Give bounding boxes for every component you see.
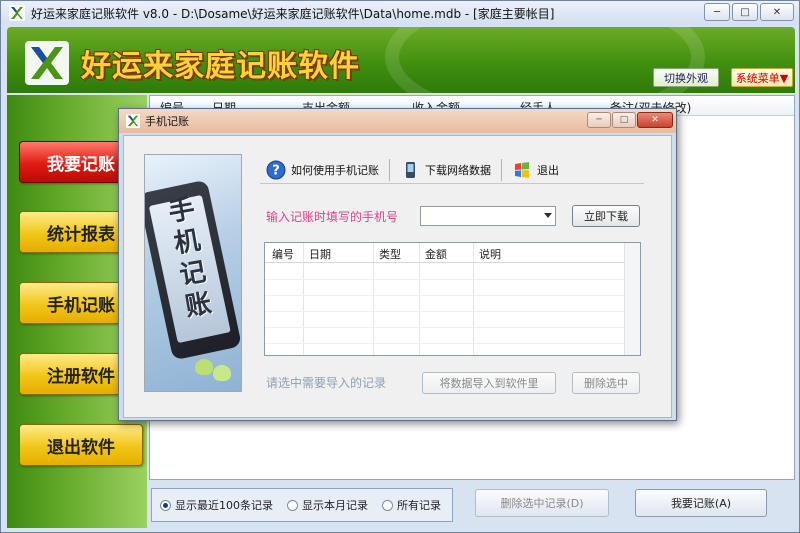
heart-decoration bbox=[195, 359, 213, 375]
grid-col-type[interactable]: 类型 bbox=[379, 246, 401, 262]
window-title: 好运来家庭记账软件 v8.0 - D:\Dosame\好运来家庭记账软件\Dat… bbox=[31, 6, 555, 21]
grid-column-line bbox=[473, 243, 474, 355]
title-bar[interactable]: 好运来家庭记账软件 v8.0 - D:\Dosame\好运来家庭记账软件\Dat… bbox=[1, 1, 799, 25]
grid-column-line bbox=[303, 243, 304, 355]
minimize-button[interactable]: ─ bbox=[704, 3, 730, 21]
minimize-icon: ─ bbox=[713, 6, 721, 18]
import-button[interactable]: 将数据导入到软件里 bbox=[422, 372, 556, 394]
close-icon: ✕ bbox=[772, 6, 782, 18]
app-logo-icon bbox=[9, 5, 25, 21]
toolbar-separator bbox=[501, 158, 502, 181]
switch-skin-button[interactable]: 切换外观 bbox=[653, 68, 719, 87]
grid-col-id[interactable]: 编号 bbox=[272, 246, 294, 262]
chevron-down-icon[interactable] bbox=[544, 213, 552, 218]
download-label: 下载网络数据 bbox=[425, 163, 491, 177]
toolbar-separator bbox=[389, 158, 390, 181]
help-icon: ? bbox=[266, 160, 286, 179]
radio-label: 显示本月记录 bbox=[302, 499, 368, 512]
add-record-button[interactable]: 我要记账(A) bbox=[635, 489, 767, 517]
dialog-title: 手机记账 bbox=[145, 115, 189, 128]
dialog-body: 手机记账 ? 如何使用手机记账 下载网络数据 退出 输入记账时填写的手机号 立即… bbox=[123, 135, 672, 418]
bottom-bar: 显示最近100条记录 显示本月记录 所有记录 删除选中记录(D) 我要记账(A) bbox=[149, 482, 795, 528]
dialog-close-button[interactable]: ✕ bbox=[637, 112, 673, 128]
import-hint: 请选中需要导入的记录 bbox=[266, 376, 387, 390]
grid-col-amount[interactable]: 金额 bbox=[425, 246, 447, 262]
close-icon: ✕ bbox=[651, 115, 659, 125]
dialog-maximize-button[interactable]: □ bbox=[612, 112, 636, 128]
maximize-button[interactable]: □ bbox=[732, 3, 758, 21]
grid-col-description[interactable]: 说明 bbox=[479, 246, 501, 262]
grid-row-line bbox=[265, 311, 640, 312]
download-now-button[interactable]: 立即下载 bbox=[572, 205, 640, 227]
phone-number-label: 输入记账时填写的手机号 bbox=[266, 210, 399, 224]
grid-header: 编号 日期 类型 金额 说明 bbox=[265, 243, 640, 263]
nav-exit-button[interactable]: 退出软件 bbox=[19, 424, 143, 466]
exit-label: 退出 bbox=[537, 163, 559, 177]
system-menu-button[interactable]: 系统菜单▼ bbox=[731, 68, 793, 87]
brand-logo-icon bbox=[25, 41, 69, 85]
help-toolbar-button[interactable]: ? 如何使用手机记账 bbox=[260, 157, 385, 183]
mobile-phone-illustration: 手机记账 bbox=[144, 154, 242, 392]
mobile-records-grid[interactable]: 编号 日期 类型 金额 说明 bbox=[264, 242, 641, 356]
grid-row-line bbox=[265, 327, 640, 328]
radio-dot bbox=[287, 499, 298, 511]
windows-flag-icon bbox=[515, 161, 529, 178]
radio-this-month[interactable]: 显示本月记录 bbox=[287, 497, 368, 513]
grid-row-line bbox=[265, 279, 640, 280]
maximize-icon: □ bbox=[740, 6, 750, 18]
delete-selected-records-button[interactable]: 删除选中记录(D) bbox=[475, 489, 609, 517]
radio-label: 所有记录 bbox=[397, 499, 441, 512]
mobile-phone-icon bbox=[406, 161, 415, 178]
record-filter-group: 显示最近100条记录 显示本月记录 所有记录 bbox=[151, 488, 453, 522]
help-label: 如何使用手机记账 bbox=[291, 163, 379, 177]
dialog-minimize-button[interactable]: ─ bbox=[587, 112, 611, 128]
brand-title: 好运来家庭记账软件 bbox=[81, 49, 360, 84]
grid-scrollbar[interactable] bbox=[624, 243, 640, 355]
minimize-icon: ─ bbox=[596, 115, 602, 125]
svg-text:?: ? bbox=[272, 163, 280, 178]
close-button[interactable]: ✕ bbox=[760, 3, 794, 21]
maximize-icon: □ bbox=[619, 115, 629, 125]
dialog-app-icon bbox=[126, 114, 140, 128]
radio-recent-100[interactable]: 显示最近100条记录 bbox=[160, 497, 273, 513]
grid-col-date[interactable]: 日期 bbox=[309, 246, 331, 262]
phone-number-combo[interactable] bbox=[420, 206, 556, 226]
grid-row-line bbox=[265, 295, 640, 296]
radio-all-records[interactable]: 所有记录 bbox=[382, 497, 441, 513]
dialog-title-bar[interactable]: 手机记账 ─ □ ✕ bbox=[119, 109, 676, 133]
grid-row-line bbox=[265, 343, 640, 344]
mobile-record-dialog: 手机记账 ─ □ ✕ 手机记账 ? 如何使用手机记账 下载网络数据 退出 输入记… bbox=[118, 108, 677, 421]
heart-decoration bbox=[213, 365, 231, 381]
radio-label: 显示最近100条记录 bbox=[175, 499, 273, 512]
grid-column-line bbox=[373, 243, 374, 355]
download-toolbar-button[interactable]: 下载网络数据 bbox=[394, 157, 497, 183]
radio-dot bbox=[160, 499, 171, 511]
exit-toolbar-button[interactable]: 退出 bbox=[506, 157, 565, 183]
dialog-toolbar: ? 如何使用手机记账 下载网络数据 退出 bbox=[260, 156, 644, 184]
radio-dot bbox=[382, 499, 393, 511]
grid-column-line bbox=[419, 243, 420, 355]
delete-selected-button[interactable]: 删除选中 bbox=[572, 372, 640, 394]
